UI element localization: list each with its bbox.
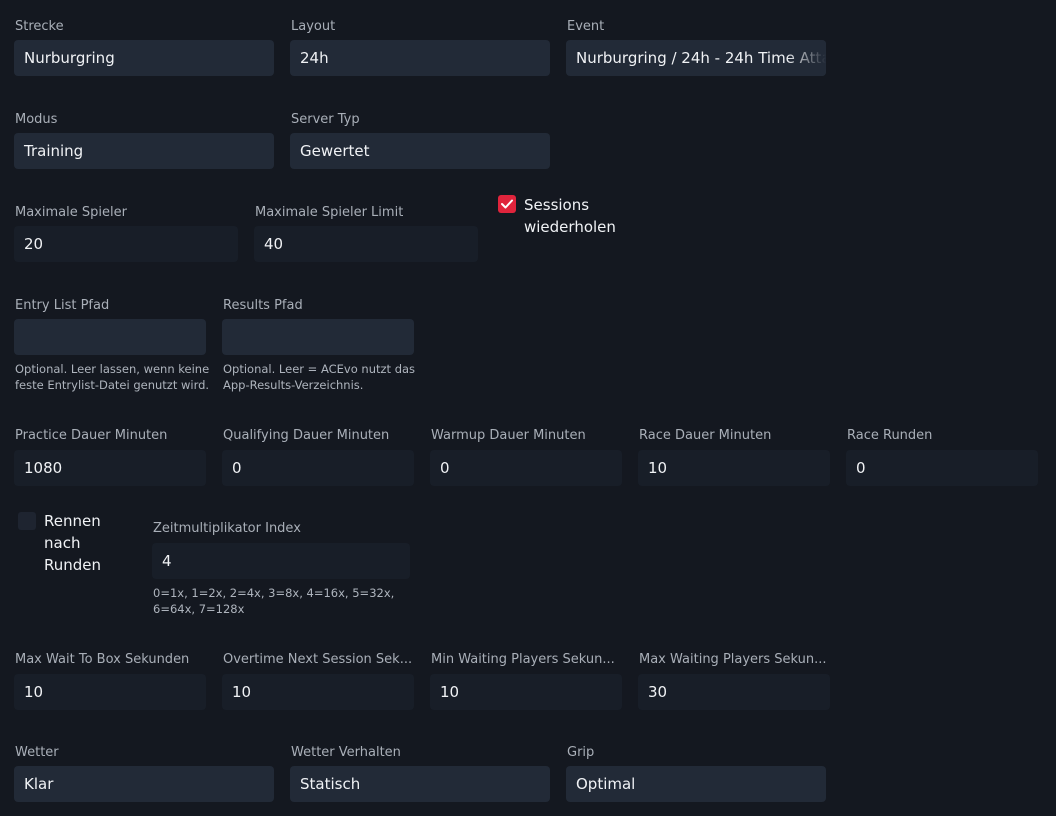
help-line: Optional. Leer = ACEvo nutzt das [223,362,416,376]
wetter-label: Wetter [15,745,59,760]
zeitmultiplikator-input[interactable]: 4 [152,543,410,579]
min-waiting-input[interactable]: 10 [430,674,622,710]
rennen-nach-runden-label: Rennen nach Runden [44,510,101,576]
event-label: Event [567,19,605,34]
entry-list-input[interactable] [14,319,206,355]
race-dauer-label: Race Dauer Minuten [639,428,772,443]
sessions-wiederholen-label: Sessions wiederholen [524,194,616,238]
strecke-label: Strecke [15,19,64,34]
event-select[interactable]: Nurburgring / 24h - 24h Time Attack [566,40,826,76]
label-line: Sessions [524,196,590,214]
entry-list-help: Optional. Leer lassen, wenn keine feste … [15,361,209,393]
overflow-fade [786,40,826,76]
practice-input[interactable]: 1080 [14,450,206,486]
layout-label: Layout [291,19,336,34]
server-typ-label: Server Typ [291,112,360,127]
sessions-wiederholen-checkbox[interactable] [498,195,516,213]
grip-select[interactable]: Optimal [566,766,826,802]
help-line: 6=64x, 7=128x [153,602,245,616]
results-input[interactable] [222,319,414,355]
wetter-verhalten-select[interactable]: Statisch [290,766,550,802]
check-icon [501,199,513,209]
qualifying-label: Qualifying Dauer Minuten [223,428,390,443]
label-line: nach [44,534,81,552]
help-line: 0=1x, 1=2x, 2=4x, 3=8x, 4=16x, 5=32x, [153,586,395,600]
strecke-select[interactable]: Nurburgring [14,40,274,76]
race-runden-input[interactable]: 0 [846,450,1038,486]
modus-select[interactable]: Training [14,133,274,169]
race-dauer-input[interactable]: 10 [638,450,830,486]
min-waiting-label: Min Waiting Players Sekun... [431,652,615,667]
server-typ-select[interactable]: Gewertet [290,133,550,169]
warmup-input[interactable]: 0 [430,450,622,486]
label-line: wiederholen [524,218,616,236]
practice-label: Practice Dauer Minuten [15,428,168,443]
race-runden-label: Race Runden [847,428,933,443]
modus-label: Modus [15,112,58,127]
zeitmultiplikator-label: Zeitmultiplikator Index [153,521,301,536]
label-line: Runden [44,556,102,574]
max-spieler-limit-label: Maximale Spieler Limit [255,205,404,220]
max-spieler-limit-input[interactable]: 40 [254,226,478,262]
qualifying-input[interactable]: 0 [222,450,414,486]
help-line: Optional. Leer lassen, wenn keine [15,362,210,376]
wetter-verhalten-label: Wetter Verhalten [291,745,401,760]
help-line: feste Entrylist-Datei genutzt wird. [15,378,210,392]
max-waiting-input[interactable]: 30 [638,674,830,710]
results-label: Results Pfad [223,298,303,313]
overtime-label: Overtime Next Session Sek... [223,652,413,667]
entry-list-label: Entry List Pfad [15,298,110,313]
label-line: Rennen [44,512,101,530]
max-wait-box-input[interactable]: 10 [14,674,206,710]
overtime-input[interactable]: 10 [222,674,414,710]
wetter-select[interactable]: Klar [14,766,274,802]
warmup-label: Warmup Dauer Minuten [431,428,586,443]
results-help: Optional. Leer = ACEvo nutzt das App-Res… [223,361,415,393]
zeitmultiplikator-help: 0=1x, 1=2x, 2=4x, 3=8x, 4=16x, 5=32x, 6=… [153,585,394,617]
grip-label: Grip [567,745,595,760]
layout-select[interactable]: 24h [290,40,550,76]
max-spieler-label: Maximale Spieler [15,205,127,220]
rennen-nach-runden-checkbox[interactable] [18,512,36,530]
help-line: App-Results-Verzeichnis. [223,378,364,392]
max-waiting-label: Max Waiting Players Sekun... [639,652,827,667]
max-wait-box-label: Max Wait To Box Sekunden [15,652,190,667]
max-spieler-input[interactable]: 20 [14,226,238,262]
